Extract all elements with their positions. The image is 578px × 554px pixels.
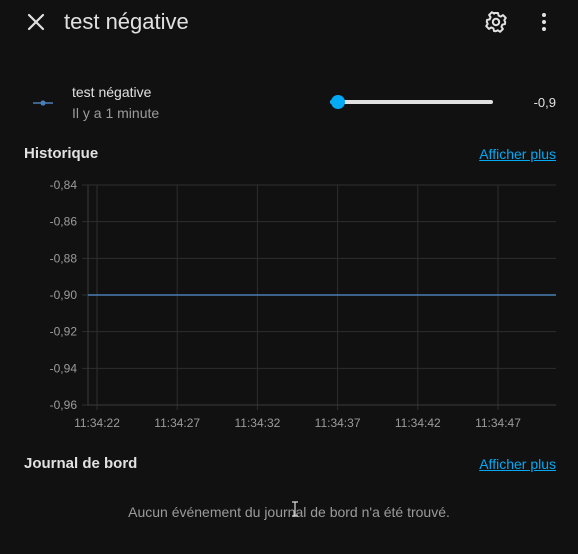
settings-button[interactable] bbox=[482, 8, 510, 36]
slider-track bbox=[330, 100, 493, 104]
x-tick-label: 11:34:22 bbox=[74, 416, 120, 430]
entity-value: -0,9 bbox=[533, 95, 556, 110]
y-tick-label: -0,94 bbox=[50, 361, 78, 375]
ray-vertex-icon bbox=[32, 94, 54, 112]
y-tick-label: -0,96 bbox=[50, 398, 78, 412]
close-button[interactable] bbox=[22, 8, 50, 36]
y-tick-label: -0,90 bbox=[50, 288, 78, 302]
y-tick-label: -0,86 bbox=[50, 215, 78, 229]
gear-icon bbox=[485, 11, 507, 33]
more-vert-icon bbox=[542, 13, 546, 31]
x-tick-label: 11:34:47 bbox=[475, 416, 521, 430]
x-tick-label: 11:34:32 bbox=[234, 416, 280, 430]
x-tick-label: 11:34:27 bbox=[154, 416, 200, 430]
y-tick-label: -0,84 bbox=[50, 178, 78, 192]
value-slider[interactable] bbox=[330, 93, 496, 113]
x-tick-label: 11:34:42 bbox=[395, 416, 441, 430]
text-cursor-icon bbox=[289, 500, 301, 518]
history-more-link[interactable]: Afficher plus bbox=[479, 146, 556, 162]
history-title: Historique bbox=[24, 145, 99, 162]
slider-thumb[interactable] bbox=[331, 95, 346, 109]
y-tick-label: -0,88 bbox=[50, 251, 78, 265]
history-chart: -0,84 -0,86 -0,88 -0,90 -0,92 -0,94 -0,96 11:34… bbox=[50, 178, 556, 430]
close-icon bbox=[27, 13, 45, 31]
more-options-button[interactable] bbox=[530, 8, 558, 36]
entity-name: test négative bbox=[72, 84, 152, 100]
logbook-title: Journal de bord bbox=[24, 455, 138, 472]
entity-last-changed: Il y a 1 minute bbox=[72, 105, 160, 121]
dialog-title: test négative bbox=[64, 9, 189, 34]
x-tick-label: 11:34:37 bbox=[315, 416, 361, 430]
logbook-more-link[interactable]: Afficher plus bbox=[479, 456, 556, 472]
y-tick-label: -0,92 bbox=[50, 325, 78, 339]
